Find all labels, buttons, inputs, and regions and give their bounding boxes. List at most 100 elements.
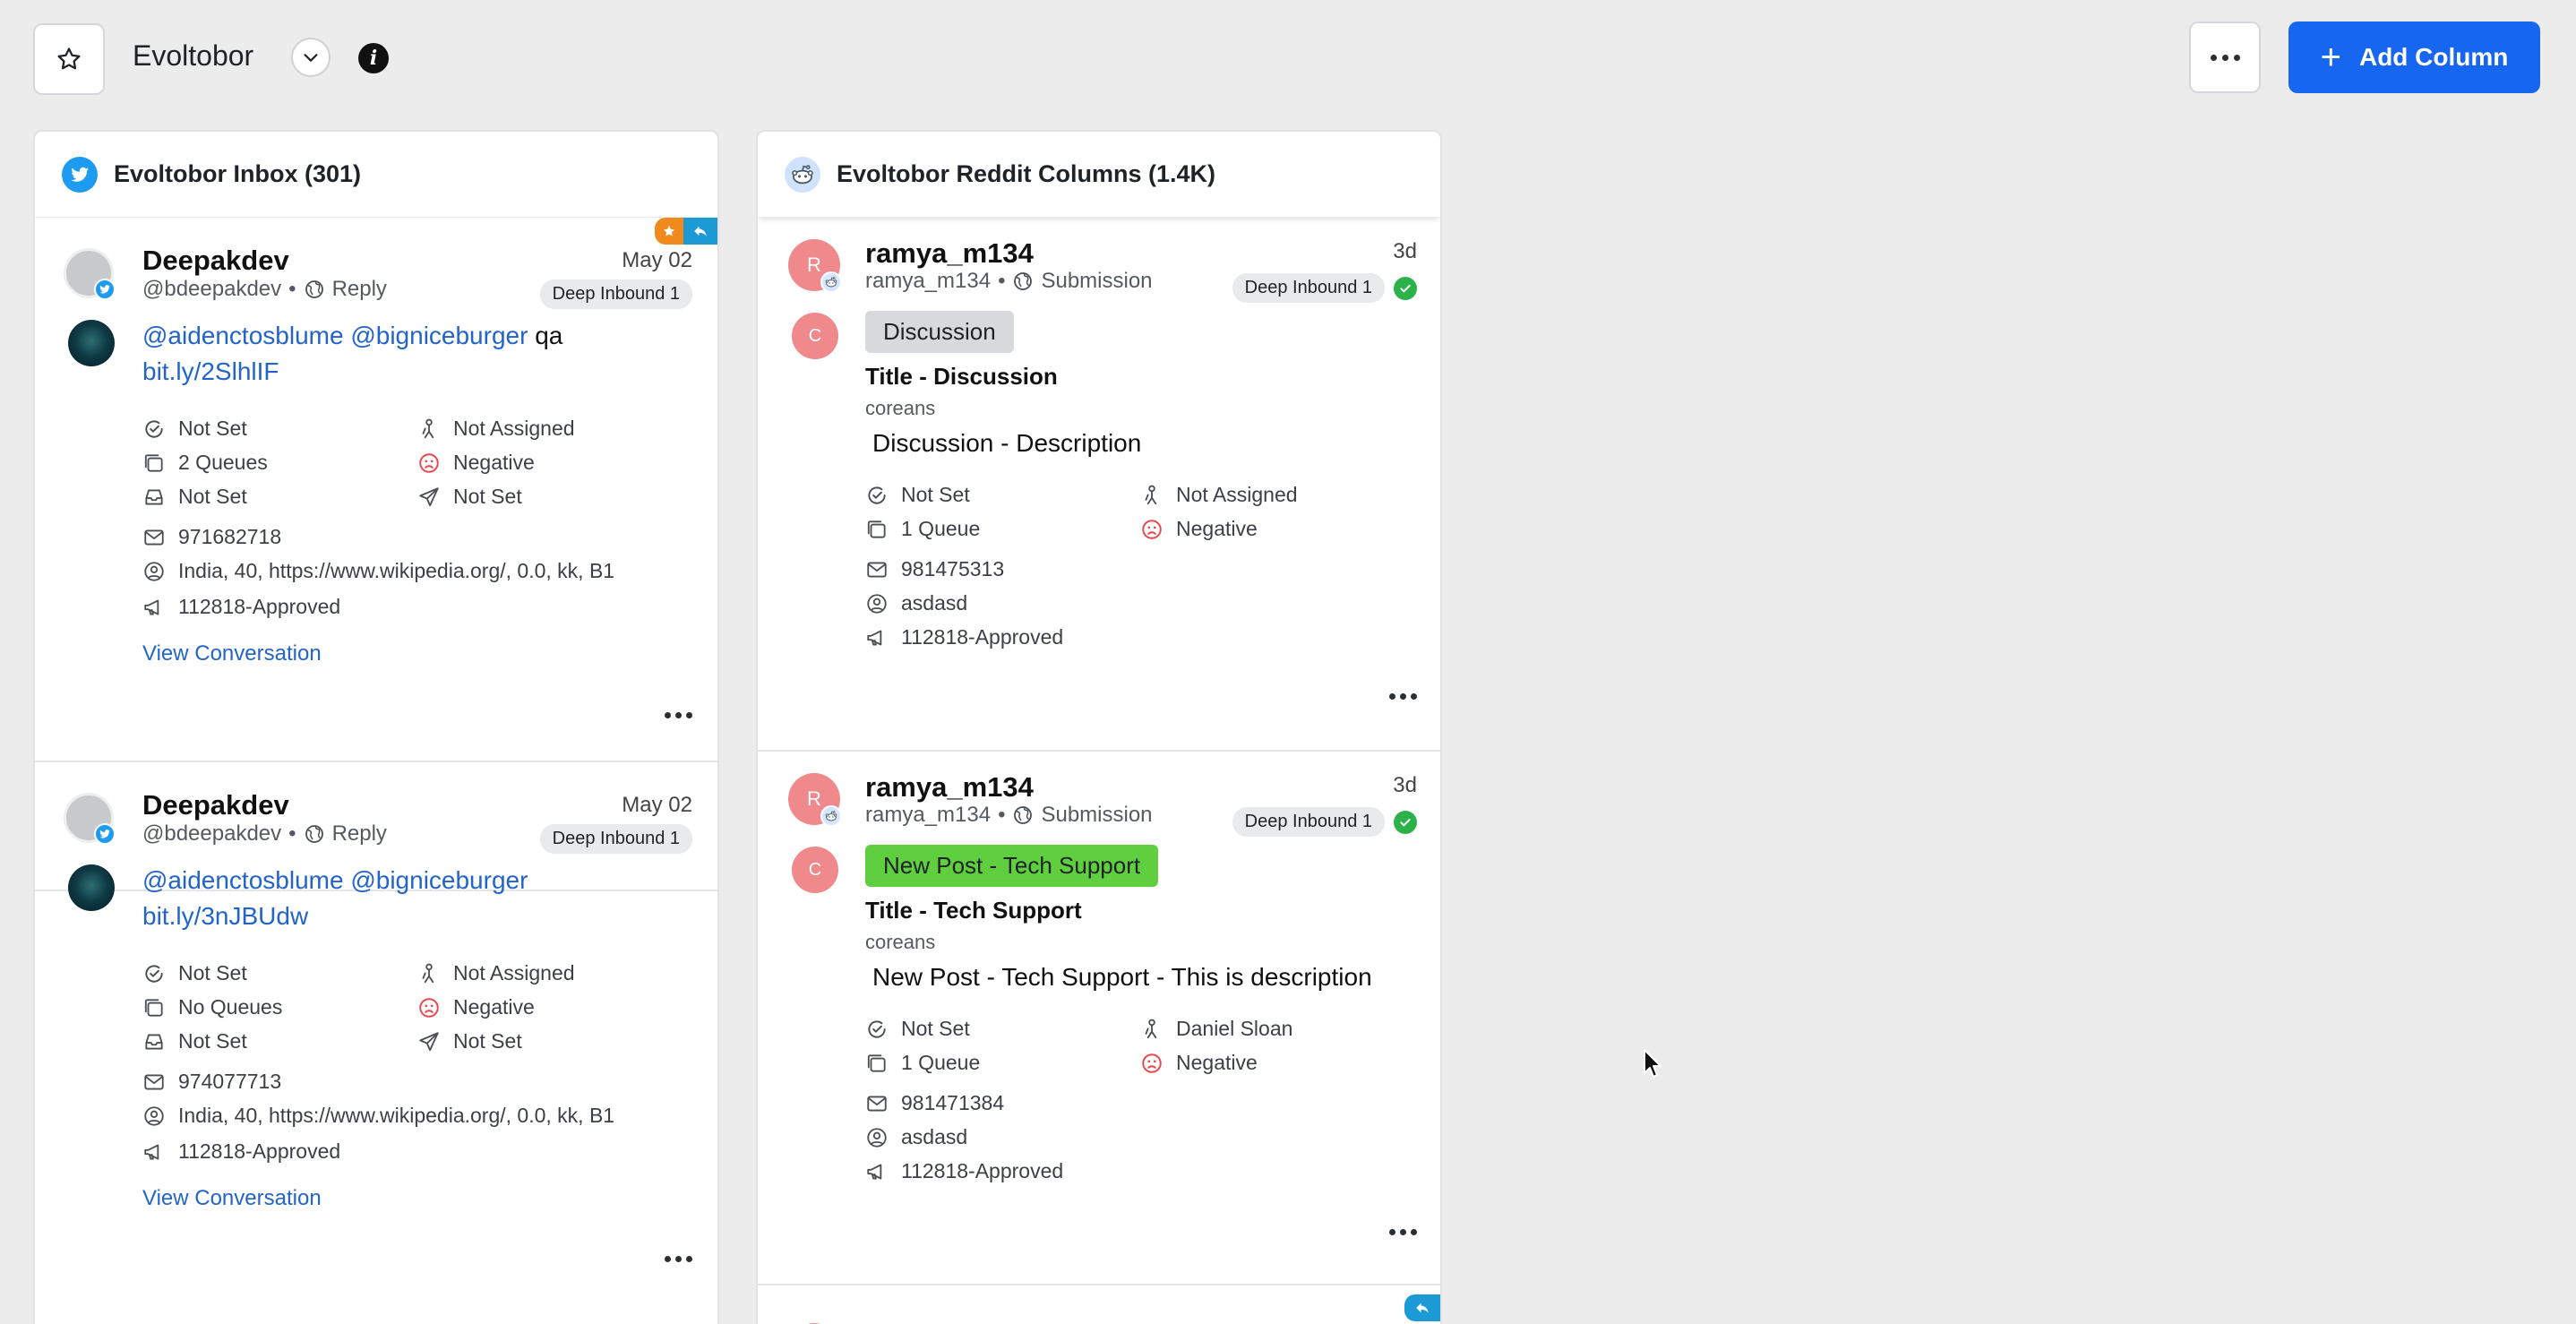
queue-badge[interactable]: Deep Inbound 1 xyxy=(539,279,692,309)
author-name[interactable]: Deepakdev xyxy=(142,789,289,821)
assignee-icon xyxy=(417,417,441,441)
mention-link[interactable]: @aidenctosblume xyxy=(142,322,344,349)
column-count: (301) xyxy=(305,160,362,187)
profile-icon xyxy=(865,592,889,615)
mention-link[interactable]: @aidenctosblume xyxy=(142,866,344,894)
message-card[interactable]: ramya_m134 3d xyxy=(758,1285,1440,1324)
message-card[interactable]: Deepakdev @bdeepakdev • Reply May 02 Dee… xyxy=(35,761,717,1324)
post-description: New Post - Tech Support - This is descri… xyxy=(872,963,1372,991)
plus-icon: + xyxy=(2320,38,2341,77)
message-text: @aidenctosblume @bigniceburger bit.ly/3n… xyxy=(142,863,680,934)
status-check-icon xyxy=(142,417,166,441)
megaphone-icon xyxy=(865,626,889,649)
megaphone-icon xyxy=(865,1160,889,1183)
message-type: Reply xyxy=(331,277,387,301)
subreddit-name: coreans xyxy=(865,931,936,953)
info-icon[interactable]: i xyxy=(358,43,389,73)
author-handle: @bdeepakdev xyxy=(142,277,282,301)
card-more-button[interactable] xyxy=(1389,693,1417,700)
status-field[interactable]: Not Set xyxy=(142,961,247,985)
twitter-icon xyxy=(62,156,98,193)
negative-sentiment-icon xyxy=(417,996,441,1019)
inbox-icon xyxy=(142,1030,166,1053)
card-more-button[interactable] xyxy=(1389,1229,1417,1235)
reddit-badge-icon xyxy=(820,805,842,827)
subreddit-avatar: C xyxy=(792,847,838,893)
short-link[interactable]: bit.ly/3nJBUdw xyxy=(142,902,308,930)
assignee-field[interactable]: Not Assigned xyxy=(417,417,575,441)
mail-icon xyxy=(865,558,889,581)
assignee-field[interactable]: Daniel Sloan xyxy=(1140,1017,1292,1041)
profile-icon xyxy=(142,560,166,583)
title-dropdown-button[interactable] xyxy=(291,38,331,77)
mail-icon xyxy=(142,1070,166,1094)
globe-icon xyxy=(304,823,325,845)
status-field[interactable]: Not Set xyxy=(142,417,247,441)
queues-field[interactable]: 2 Queues xyxy=(142,451,268,475)
assignee-field[interactable]: Not Assigned xyxy=(1140,483,1298,507)
queues-field[interactable]: 1 Queue xyxy=(865,517,980,541)
message-date: May 02 xyxy=(622,248,692,272)
priority-field[interactable]: Not Set xyxy=(142,485,247,509)
subreddit-name: coreans xyxy=(865,397,936,419)
view-conversation-link[interactable]: View Conversation xyxy=(142,1186,322,1211)
profile-field: asdasd xyxy=(865,1125,967,1149)
more-options-button[interactable] xyxy=(2189,21,2261,93)
sentiment-field[interactable]: Negative xyxy=(417,451,535,475)
short-link[interactable]: bit.ly/2SlhlIF xyxy=(142,357,279,385)
profile-icon xyxy=(142,1105,166,1128)
message-card[interactable]: R C ramya_m134 ramya_m134 • Submission 3… xyxy=(758,752,1440,1285)
queue-icon xyxy=(865,1052,889,1075)
column-reddit: Evoltobor Reddit Columns (1.4K) R C ramy… xyxy=(756,130,1442,1324)
add-column-button[interactable]: + Add Column xyxy=(2288,21,2540,93)
status-field[interactable]: Not Set xyxy=(865,1017,970,1041)
post-description: Discussion - Description xyxy=(872,429,1142,457)
page-title: Evoltobor xyxy=(133,39,254,72)
priority-field[interactable]: Not Set xyxy=(142,1029,247,1053)
favorite-button[interactable] xyxy=(33,23,105,95)
column-header: Evoltobor Inbox (301) xyxy=(35,132,717,218)
mention-link[interactable]: @bigniceburger xyxy=(350,322,528,349)
campaign-field: 112818-Approved xyxy=(865,1159,1063,1183)
assignee-field[interactable]: Not Assigned xyxy=(417,961,575,985)
message-id-field: 974077713 xyxy=(142,1070,281,1094)
author-handle: ramya_m134 xyxy=(865,269,992,293)
author-name[interactable]: Deepakdev xyxy=(142,245,289,277)
mention-link[interactable]: @bigniceburger xyxy=(350,866,528,894)
add-column-label: Add Column xyxy=(2358,43,2509,71)
message-id-field: 981475313 xyxy=(865,557,1004,581)
queue-badge[interactable]: Deep Inbound 1 xyxy=(539,824,692,854)
queue-icon xyxy=(142,996,166,1019)
sentiment-field[interactable]: Negative xyxy=(417,995,535,1019)
sentiment-field[interactable]: Negative xyxy=(1140,1051,1258,1075)
queues-field[interactable]: No Queues xyxy=(142,995,282,1019)
status-field[interactable]: Not Set xyxy=(865,483,970,507)
message-type: Submission xyxy=(1041,803,1153,827)
chevron-down-icon xyxy=(304,54,318,62)
queues-field[interactable]: 1 Queue xyxy=(865,1051,980,1075)
queue-badge[interactable]: Deep Inbound 1 xyxy=(1232,807,1385,837)
profile-icon xyxy=(865,1126,889,1149)
message-text: @aidenctosblume @bigniceburger qa bit.ly… xyxy=(142,322,563,385)
account-avatar xyxy=(68,320,115,366)
author-name[interactable]: ramya_m134 xyxy=(865,771,1034,804)
mail-icon xyxy=(142,526,166,549)
reply-status-field[interactable]: Not Set xyxy=(417,485,522,509)
card-more-button[interactable] xyxy=(665,1256,692,1262)
queue-badge[interactable]: Deep Inbound 1 xyxy=(1232,273,1385,303)
post-flair-tag[interactable]: Discussion xyxy=(865,311,1014,353)
status-check-icon xyxy=(865,484,889,507)
card-more-button[interactable] xyxy=(665,712,692,718)
status-check-icon xyxy=(865,1018,889,1041)
profile-field: India, 40, https://www.wikipedia.org/, 0… xyxy=(142,1104,614,1128)
sentiment-field[interactable]: Negative xyxy=(1140,517,1258,541)
author-name[interactable]: ramya_m134 xyxy=(865,237,1034,270)
message-card[interactable]: R C ramya_m134 ramya_m134 • Submission 3… xyxy=(758,218,1440,752)
column-header: Evoltobor Reddit Columns (1.4K) xyxy=(758,132,1440,218)
profile-field: asdasd xyxy=(865,591,967,615)
view-conversation-link[interactable]: View Conversation xyxy=(142,641,322,666)
approved-check-icon xyxy=(1394,277,1417,300)
post-flair-tag[interactable]: New Post - Tech Support xyxy=(865,845,1159,887)
reply-status-field[interactable]: Not Set xyxy=(417,1029,522,1053)
message-date: May 02 xyxy=(622,793,692,817)
